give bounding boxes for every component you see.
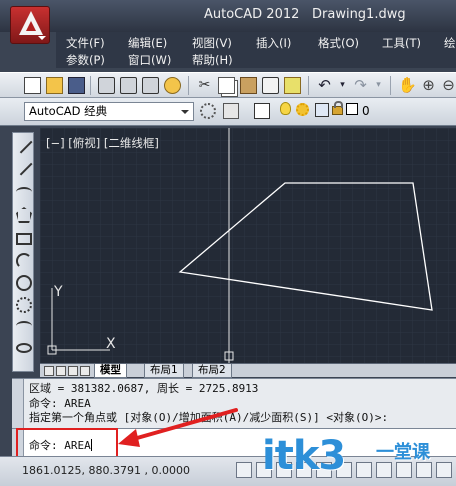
arrow-shaft [128, 408, 238, 442]
coordinates-readout: 1861.0125, 880.3791 , 0.0000 [22, 464, 190, 477]
object-snap-tracking-icon[interactable] [356, 462, 372, 478]
dynamic-ucs-icon[interactable] [376, 462, 392, 478]
watermark-subtext: 一堂课 [376, 442, 430, 463]
annotation-arrow [118, 408, 238, 447]
quick-properties-icon[interactable] [436, 462, 452, 478]
snap-mode-icon[interactable] [236, 462, 252, 478]
lineweight-icon[interactable] [416, 462, 432, 478]
dynamic-input-icon[interactable] [396, 462, 412, 478]
watermark-logo: itk3 [262, 433, 346, 479]
arrow-head [118, 429, 140, 447]
